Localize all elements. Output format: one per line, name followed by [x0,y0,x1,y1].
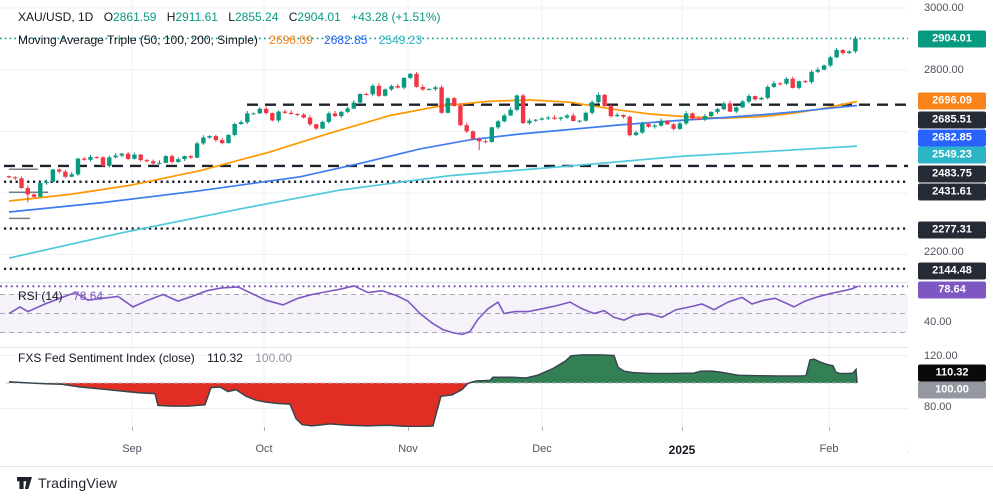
open-value: 2861.59 [113,10,156,24]
price-axis-badge: 2483.75 [918,166,986,183]
price-axis-label: 40.00 [924,316,952,328]
price-axis-label: 80.00 [924,401,952,413]
price-axis-badge: 2682.85 [918,130,986,147]
rsi-indicator-legend[interactable]: RSI (14) 78.64 [18,289,103,303]
time-axis[interactable]: SepOctNovDec2025Feb19 [0,427,993,466]
tradingview-chart-widget: XAU/USD, 1D O2861.59 H2911.61 L2855.24 C… [0,0,993,503]
price-axis-badge: 78.64 [918,282,986,299]
time-axis-tick [132,427,133,431]
time-axis-label: Sep [122,443,142,455]
price-axis-label: 3000.00 [924,2,964,14]
price-axis-badge: 110.32 [918,365,986,382]
time-axis-label: 2025 [669,443,696,457]
chart-canvas[interactable] [0,0,993,466]
price-axis-label: 120.00 [924,350,958,362]
open-letter: O [104,10,113,24]
price-axis-badge: 2144.48 [918,263,986,280]
price-axis-badge: 2696.09 [918,93,986,110]
price-axis-badge: 2431.61 [918,184,986,201]
rsi-indicator-title: RSI (14) [18,289,63,303]
widget-bottom-border [0,466,993,467]
sentiment-area-negative [9,355,857,427]
time-axis-tick [542,427,543,431]
sma200-line[interactable] [9,146,857,258]
tradingview-logo-text: TradingView [38,475,117,491]
time-axis-label: Nov [398,443,418,455]
sentiment-value: 110.32 [207,351,243,365]
time-axis-tick [829,427,830,431]
symbol-title: XAU/USD, 1D [18,10,93,24]
price-axis-label: 2800.00 [924,64,964,76]
price-axis-badge: 2904.01 [918,31,986,48]
price-axis-badge: 2685.51 [918,112,986,129]
sma50-value: 2696.09 [269,33,312,47]
time-axis-label: Feb [820,443,839,455]
rsi-value: 78.64 [73,289,103,303]
tradingview-logo[interactable]: TradingView [16,475,117,491]
sentiment-indicator-legend[interactable]: FXS Fed Sentiment Index (close) 110.32 1… [18,351,292,365]
pane-separator-rsi-sentiment[interactable] [0,347,908,348]
time-axis-label: Dec [532,443,552,455]
price-axis-label: 2200.00 [924,246,964,258]
time-axis-label: Oct [255,443,272,455]
high-value: 2911.61 [175,10,218,24]
tradingview-logo-icon [16,475,33,491]
time-axis-tick [682,427,683,431]
close-value: 2904.01 [297,10,340,24]
sentiment-indicator-title: FXS Fed Sentiment Index (close) [18,351,195,365]
pane-separator-main-rsi[interactable] [0,282,908,283]
low-letter: L [228,10,235,24]
price-axis-badge: 100.00 [918,382,986,399]
change-value: +43.28 (+1.51%) [351,10,440,24]
sma200-value: 2549.23 [379,33,422,47]
ma-indicator-legend[interactable]: Moving Average Triple (50, 100, 200, Sim… [18,33,422,47]
symbol-legend[interactable]: XAU/USD, 1D O2861.59 H2911.61 L2855.24 C… [18,10,441,24]
price-axis[interactable]: 3000.00 2904.01 2800.00 2696.09 2685.512682.… [908,0,993,466]
time-axis-tick [264,427,265,431]
low-value: 2855.24 [235,10,278,24]
price-axis-badge: 2277.31 [918,222,986,239]
sentiment-baseline-value: 100.00 [255,351,292,365]
price-axis-badge: 2549.23 [918,147,986,164]
time-axis-tick [408,427,409,431]
sma50-line[interactable] [9,100,857,201]
sma100-value: 2682.85 [324,33,367,47]
ma-indicator-title: Moving Average Triple (50, 100, 200, Sim… [18,33,258,47]
